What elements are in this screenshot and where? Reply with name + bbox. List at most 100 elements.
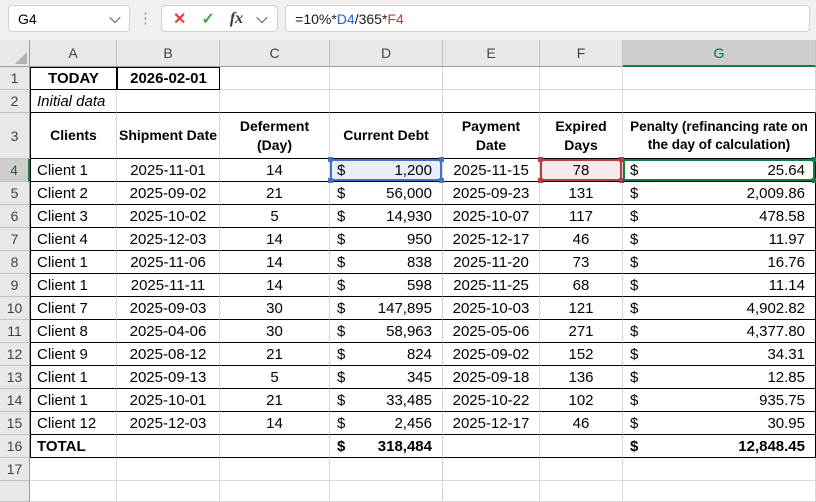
cell-E1[interactable] xyxy=(443,67,540,90)
cell-D7[interactable]: $950 xyxy=(330,228,443,251)
cell-D4[interactable]: $1,200 xyxy=(328,157,444,183)
cell-C8[interactable]: 14 xyxy=(220,251,330,274)
cell-F1[interactable] xyxy=(540,67,623,90)
selection-handle[interactable] xyxy=(439,178,444,183)
row-header-2[interactable]: 2 xyxy=(0,90,30,113)
cell-A4[interactable]: Client 1 xyxy=(30,159,117,182)
cell-D13[interactable]: $345 xyxy=(330,366,443,389)
cell-A12[interactable]: Client 9 xyxy=(30,343,117,366)
cell-B16[interactable] xyxy=(117,435,220,458)
cell-E4[interactable]: 2025-11-15 xyxy=(443,159,540,182)
cell-B9[interactable]: 2025-11-11 xyxy=(117,274,220,297)
cell-B11[interactable]: 2025-04-06 xyxy=(117,320,220,343)
cell-C2[interactable] xyxy=(220,90,330,113)
cell-E3[interactable]: Payment Date xyxy=(443,113,540,159)
cell-D9[interactable]: $598 xyxy=(330,274,443,297)
cell-A1[interactable]: TODAY xyxy=(30,67,117,90)
cell-G6[interactable]: $478.58 xyxy=(623,205,816,228)
cell-B1[interactable]: 2026-02-01 xyxy=(117,67,220,90)
cell-B17[interactable] xyxy=(117,458,220,481)
cell-B15[interactable]: 2025-12-03 xyxy=(117,412,220,435)
cell-B14[interactable]: 2025-10-01 xyxy=(117,389,220,412)
cell-A18[interactable] xyxy=(30,481,117,502)
row-header-17[interactable]: 17 xyxy=(0,458,30,481)
cell-F6[interactable]: 117 xyxy=(540,205,623,228)
cell-F7[interactable]: 46 xyxy=(540,228,623,251)
row-header-4[interactable]: 4 xyxy=(0,159,30,182)
cell-A14[interactable]: Client 1 xyxy=(30,389,117,412)
cell-G8[interactable]: $16.76 xyxy=(623,251,816,274)
row-header-15[interactable]: 15 xyxy=(0,412,30,435)
cell-E5[interactable]: 2025-09-23 xyxy=(443,182,540,205)
cell-E14[interactable]: 2025-10-22 xyxy=(443,389,540,412)
cell-E13[interactable]: 2025-09-18 xyxy=(443,366,540,389)
cell-E12[interactable]: 2025-09-02 xyxy=(443,343,540,366)
cell-G12[interactable]: $34.31 xyxy=(623,343,816,366)
cell-D17[interactable] xyxy=(330,458,443,481)
cell-C16[interactable] xyxy=(220,435,330,458)
cell-F12[interactable]: 152 xyxy=(540,343,623,366)
cell-F17[interactable] xyxy=(540,458,623,481)
cell-E18[interactable] xyxy=(443,481,540,502)
cell-G18[interactable] xyxy=(623,481,816,502)
cell-B13[interactable]: 2025-09-13 xyxy=(117,366,220,389)
cell-D10[interactable]: $147,895 xyxy=(330,297,443,320)
row-header-3[interactable]: 3 xyxy=(0,113,30,159)
cell-D1[interactable] xyxy=(330,67,443,90)
cell-C17[interactable] xyxy=(220,458,330,481)
column-header-D[interactable]: D xyxy=(330,40,443,67)
cell-G4[interactable]: $25.64 xyxy=(623,157,816,183)
cell-D12[interactable]: $824 xyxy=(330,343,443,366)
row-header-9[interactable]: 9 xyxy=(0,274,30,297)
cell-A15[interactable]: Client 12 xyxy=(30,412,117,435)
cell-C7[interactable]: 14 xyxy=(220,228,330,251)
cell-G16[interactable]: $12,848.45 xyxy=(623,435,816,458)
cell-E16[interactable] xyxy=(443,435,540,458)
cell-B18[interactable] xyxy=(117,481,220,502)
cell-F8[interactable]: 73 xyxy=(540,251,623,274)
cell-E7[interactable]: 2025-12-17 xyxy=(443,228,540,251)
row-header-8[interactable]: 8 xyxy=(0,251,30,274)
cell-E6[interactable]: 2025-10-07 xyxy=(443,205,540,228)
cell-C4[interactable]: 14 xyxy=(220,159,330,182)
cell-B12[interactable]: 2025-08-12 xyxy=(117,343,220,366)
cell-E10[interactable]: 2025-10-03 xyxy=(443,297,540,320)
cell-B10[interactable]: 2025-09-03 xyxy=(117,297,220,320)
cell-F18[interactable] xyxy=(540,481,623,502)
cell-E11[interactable]: 2025-05-06 xyxy=(443,320,540,343)
cell-A17[interactable] xyxy=(30,458,117,481)
enter-icon[interactable]: ✓ xyxy=(201,9,214,29)
cell-F14[interactable]: 102 xyxy=(540,389,623,412)
column-header-G[interactable]: G xyxy=(623,40,816,67)
formula-input[interactable]: =10%*D4/365*F4 xyxy=(285,5,810,32)
cell-G15[interactable]: $30.95 xyxy=(623,412,816,435)
selection-handle[interactable] xyxy=(328,178,333,183)
cell-B5[interactable]: 2025-09-02 xyxy=(117,182,220,205)
cell-G14[interactable]: $935.75 xyxy=(623,389,816,412)
cell-C15[interactable]: 14 xyxy=(220,412,330,435)
cell-D15[interactable]: $2,456 xyxy=(330,412,443,435)
column-header-E[interactable]: E xyxy=(443,40,540,67)
cell-A6[interactable]: Client 3 xyxy=(30,205,117,228)
row-header-10[interactable]: 10 xyxy=(0,297,30,320)
cell-G5[interactable]: $2,009.86 xyxy=(623,182,816,205)
cell-D14[interactable]: $33,485 xyxy=(330,389,443,412)
cell-C9[interactable]: 14 xyxy=(220,274,330,297)
cell-F2[interactable] xyxy=(540,90,623,113)
cell-D5[interactable]: $56,000 xyxy=(330,182,443,205)
cell-G2[interactable] xyxy=(623,90,816,113)
cell-G10[interactable]: $4,902.82 xyxy=(623,297,816,320)
cell-D8[interactable]: $838 xyxy=(330,251,443,274)
cancel-icon[interactable]: ✕ xyxy=(173,9,186,29)
cell-D18[interactable] xyxy=(330,481,443,502)
cell-A16[interactable]: TOTAL xyxy=(30,435,117,458)
cell-C18[interactable] xyxy=(220,481,330,502)
cell-D11[interactable]: $58,963 xyxy=(330,320,443,343)
cell-A11[interactable]: Client 8 xyxy=(30,320,117,343)
cell-F11[interactable]: 271 xyxy=(540,320,623,343)
cell-F3[interactable]: Expired Days xyxy=(540,113,623,159)
cell-E2[interactable] xyxy=(443,90,540,113)
cell-C11[interactable]: 30 xyxy=(220,320,330,343)
row-header-partial[interactable] xyxy=(0,481,30,502)
cell-A10[interactable]: Client 7 xyxy=(30,297,117,320)
